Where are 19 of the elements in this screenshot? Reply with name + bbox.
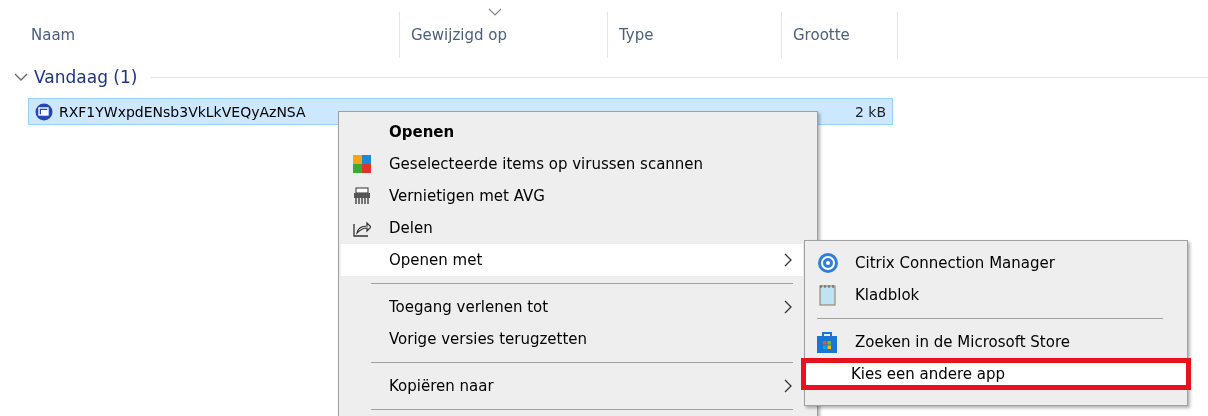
column-header[interactable]: Naam bbox=[20, 12, 400, 58]
menu-item[interactable]: Kies een andere app bbox=[801, 358, 1191, 390]
menu-item[interactable]: Zoeken in de Microsoft Store bbox=[807, 326, 1185, 358]
menu-item[interactable]: Openen bbox=[341, 116, 803, 148]
menu-item[interactable]: Delen bbox=[341, 212, 803, 244]
column-header[interactable]: Grootte bbox=[782, 12, 898, 58]
menu-item[interactable]: Citrix Connection Manager bbox=[807, 247, 1185, 279]
column-header[interactable]: Gewijzigd op bbox=[400, 12, 608, 58]
menu-item[interactable]: Kladblok bbox=[807, 279, 1185, 311]
menu-item[interactable]: Openen met bbox=[341, 244, 803, 276]
file-name: RXF1YWxpdENsb3VkLkVEQyAzNSA bbox=[59, 103, 306, 120]
file-size: 2 kB bbox=[854, 103, 886, 120]
column-header[interactable]: Type bbox=[608, 12, 782, 58]
menu-item[interactable]: Kopiëren naar bbox=[341, 370, 803, 402]
menu-item[interactable]: Vernietigen met AVG bbox=[341, 180, 803, 212]
menu-item[interactable]: Toegang verlenen tot bbox=[341, 291, 803, 323]
group-heading[interactable]: Vandaag (1) bbox=[34, 67, 138, 87]
menu-item[interactable]: Vorige versies terugzetten bbox=[341, 323, 803, 355]
menu-item[interactable]: Geselecteerde items op virussen scannen bbox=[341, 148, 803, 180]
